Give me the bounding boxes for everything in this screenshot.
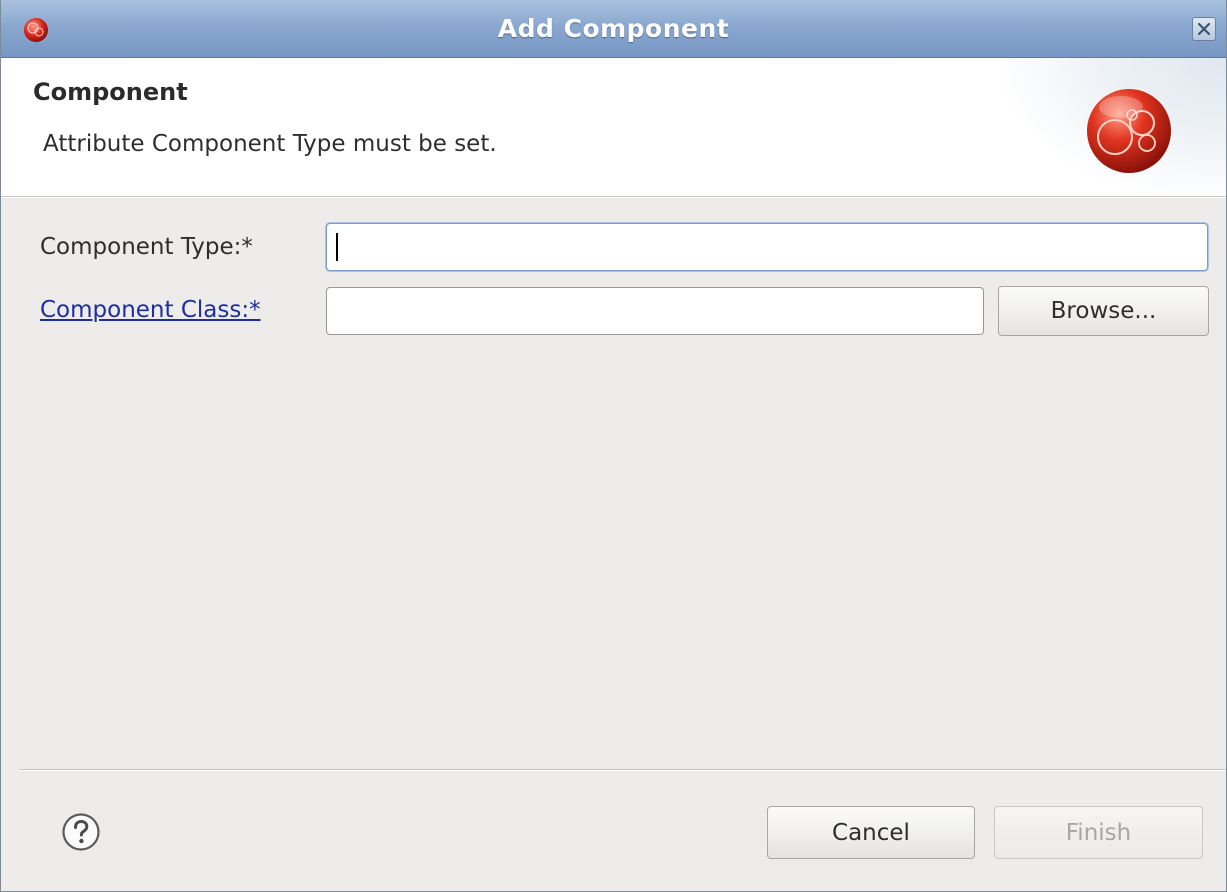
browse-button[interactable]: Browse... [998,286,1209,336]
help-icon[interactable] [61,812,101,852]
validation-message: Attribute Component Type must be set. [43,131,497,157]
component-type-label: Component Type:* [40,234,253,260]
wizard-header: Component Attribute Component Type must … [1,58,1226,196]
finish-button[interactable]: Finish [994,806,1203,859]
close-icon [1197,22,1211,36]
component-type-field[interactable] [326,223,1208,271]
title-bar[interactable]: Add Component [1,0,1226,58]
dialog-title: Add Component [497,14,730,43]
wizard-banner-icon [1087,89,1171,173]
page-title: Component [33,78,188,106]
header-separator-highlight [1,197,1226,198]
footer-separator-highlight [19,770,1226,771]
close-button[interactable] [1192,17,1216,41]
component-class-field[interactable] [326,287,984,335]
cancel-button[interactable]: Cancel [767,806,975,859]
add-component-dialog: Add Component Component Attribute Compon… [0,0,1227,892]
component-class-link[interactable]: Component Class:* [40,297,261,323]
text-caret [336,233,338,261]
